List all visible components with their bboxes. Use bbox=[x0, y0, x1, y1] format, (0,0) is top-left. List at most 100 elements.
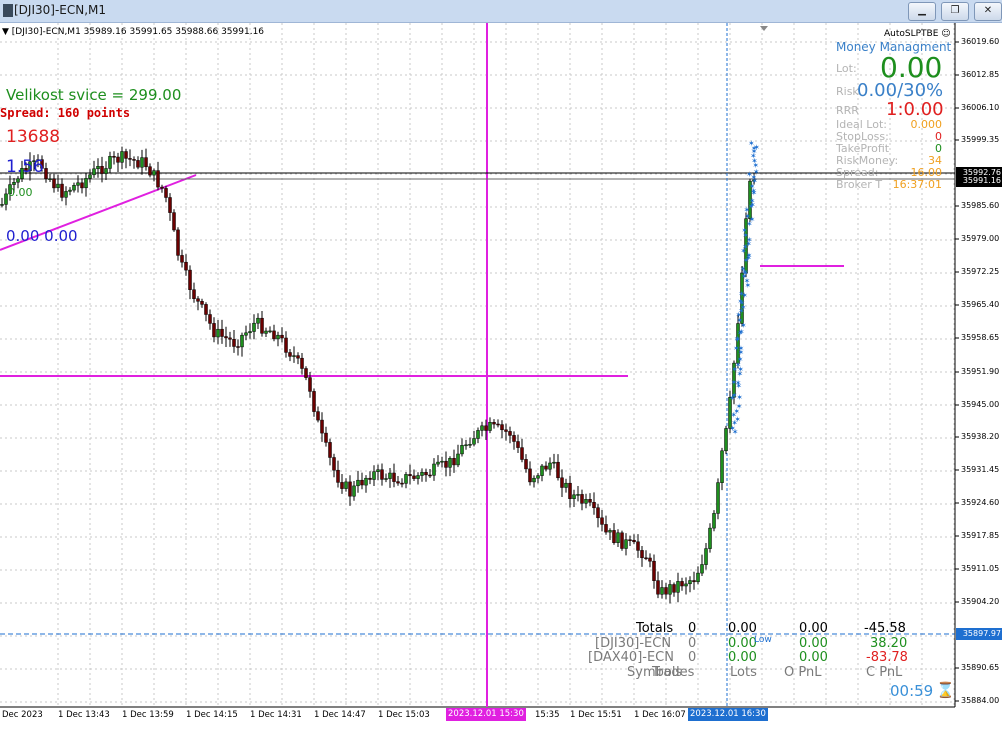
bullish-candle bbox=[436, 461, 440, 465]
bullish-candle bbox=[12, 182, 16, 185]
price-axis-label: 35917.85 bbox=[961, 531, 1000, 540]
bullish-candle bbox=[152, 170, 156, 176]
bearish-candle bbox=[320, 419, 324, 434]
bullish-candle bbox=[696, 572, 700, 583]
bullish-candle bbox=[356, 479, 360, 487]
value-small-green: 0.00 bbox=[8, 186, 33, 199]
ea-name-label: AutoSLPTBE ☺ bbox=[884, 29, 951, 39]
bullish-candle bbox=[684, 583, 688, 587]
bullish-candle bbox=[216, 328, 220, 338]
row2-cpnl: -83.78 bbox=[866, 650, 908, 665]
bearish-candle bbox=[412, 475, 416, 479]
bullish-candle bbox=[476, 430, 480, 439]
bullish-candle bbox=[388, 472, 392, 479]
bearish-candle bbox=[156, 170, 160, 188]
time-axis-label: 1 Dec 14:15 bbox=[186, 710, 238, 720]
bullish-candle bbox=[700, 564, 704, 574]
bearish-candle bbox=[580, 494, 584, 504]
bearish-candle bbox=[180, 255, 184, 263]
bullish-candle bbox=[616, 532, 620, 543]
price-axis-label: 35924.60 bbox=[961, 498, 1000, 507]
price-axis-label: 35945.00 bbox=[961, 400, 1000, 409]
bearish-candle bbox=[408, 474, 412, 477]
bullish-candle bbox=[104, 168, 108, 174]
minimize-button[interactable]: ▁ bbox=[908, 2, 936, 21]
price-axis-label: 35938.20 bbox=[961, 432, 1000, 441]
bullish-candle bbox=[84, 178, 88, 189]
bearish-candle bbox=[424, 472, 428, 476]
bearish-candle bbox=[588, 499, 592, 503]
bearish-candle bbox=[224, 336, 228, 339]
close-button[interactable]: ✕ bbox=[974, 2, 1002, 21]
bearish-candle bbox=[568, 482, 572, 499]
bearish-candle bbox=[692, 580, 696, 583]
price-axis-label: 35985.60 bbox=[961, 201, 1000, 210]
bearish-candle bbox=[228, 337, 232, 340]
header-cpnl: C PnL bbox=[866, 665, 903, 680]
scroll-marker-icon[interactable] bbox=[760, 26, 768, 31]
bullish-candle bbox=[276, 334, 280, 340]
low-label: Low bbox=[754, 635, 772, 645]
bearish-candle bbox=[484, 425, 488, 431]
bullish-candle bbox=[548, 462, 552, 470]
bearish-candle bbox=[500, 424, 504, 431]
maximize-button[interactable]: ❐ bbox=[941, 2, 969, 21]
ask-price-tag: 35991.16 bbox=[956, 175, 1002, 187]
bearish-candle bbox=[124, 151, 128, 159]
bullish-candle bbox=[372, 471, 376, 480]
bearish-candle bbox=[100, 166, 104, 174]
bullish-candle bbox=[416, 475, 420, 479]
tick-star-marker: ✶ bbox=[731, 378, 738, 387]
rrr-label: RRR bbox=[836, 104, 859, 117]
chart-area[interactable]: ✶ ✶ ✶ ✶ ✶ ✶ ✶ ✶ ✶ ✶ ✶ ✶ ✶ ✶ ✶ ✶ ✶ ✶ ✶ ✶ ✶ ✶ ✶ ✶ ✶ ✶ ✶ ✶ ✶ ✶ ✶ ✶ ✶ ✶ ✶ ✶ ✶ ✶ ✶ ✶… bbox=[0, 23, 1002, 731]
time-axis-label: 1 Dec 13:59 bbox=[122, 710, 174, 720]
price-axis-label: 35965.40 bbox=[961, 300, 1000, 309]
risk-label: Risk bbox=[836, 85, 859, 98]
price-axis-label: 36019.60 bbox=[961, 37, 1000, 46]
bearish-candle bbox=[328, 442, 332, 458]
bearish-candle bbox=[612, 530, 616, 543]
bearish-candle bbox=[80, 182, 84, 189]
bullish-candle bbox=[624, 539, 628, 549]
bearish-candle bbox=[160, 186, 164, 189]
bearish-candle bbox=[148, 166, 152, 176]
bearish-candle bbox=[524, 459, 528, 470]
bearish-candle bbox=[304, 368, 308, 378]
totals-lots: 0.00 bbox=[728, 621, 757, 636]
bearish-candle bbox=[336, 469, 340, 483]
bearish-candle bbox=[204, 304, 208, 315]
bearish-candle bbox=[620, 532, 624, 549]
bearish-candle bbox=[516, 441, 520, 448]
bearish-candle bbox=[664, 587, 668, 595]
bearish-candle bbox=[212, 323, 216, 338]
row1-cpnl: 38.20 bbox=[870, 636, 908, 651]
price-axis-label: 35884.00 bbox=[961, 696, 1000, 705]
price-axis-label: 35958.65 bbox=[961, 333, 1000, 342]
bullish-candle bbox=[704, 548, 708, 565]
tick-star-marker: ✶ bbox=[740, 265, 747, 274]
bearish-candle bbox=[528, 468, 532, 483]
risk-value: 0.00/30% bbox=[857, 80, 944, 101]
bearish-candle bbox=[196, 298, 200, 302]
restore-icon: ❐ bbox=[950, 5, 960, 16]
row2-opnl: 0.00 bbox=[799, 650, 828, 665]
hourglass-icon: ⌛ bbox=[936, 681, 955, 699]
vertical-line-time-tag: 2023.12.01 15:30 bbox=[446, 708, 526, 721]
bearish-candle bbox=[272, 330, 276, 340]
time-axis-label: 1 Dec 14:47 bbox=[314, 710, 366, 720]
bullish-candle bbox=[352, 485, 356, 497]
row1-trades: 0 bbox=[688, 636, 697, 651]
blue-level-price-tag: 35897.97 bbox=[956, 628, 1002, 640]
bullish-candle bbox=[76, 182, 80, 186]
bearish-candle bbox=[112, 156, 116, 158]
bearish-candle bbox=[492, 422, 496, 425]
chart-window-icon bbox=[3, 4, 13, 17]
bearish-candle bbox=[184, 261, 188, 271]
bearish-candle bbox=[592, 502, 596, 509]
bearish-candle bbox=[280, 334, 284, 339]
time-axis-label: 1 Dec 16:07 bbox=[634, 710, 686, 720]
close-icon: ✕ bbox=[983, 5, 993, 16]
tick-star-marker: ✶ bbox=[731, 391, 738, 400]
bearish-candle bbox=[560, 477, 564, 488]
bullish-candle bbox=[668, 584, 672, 595]
